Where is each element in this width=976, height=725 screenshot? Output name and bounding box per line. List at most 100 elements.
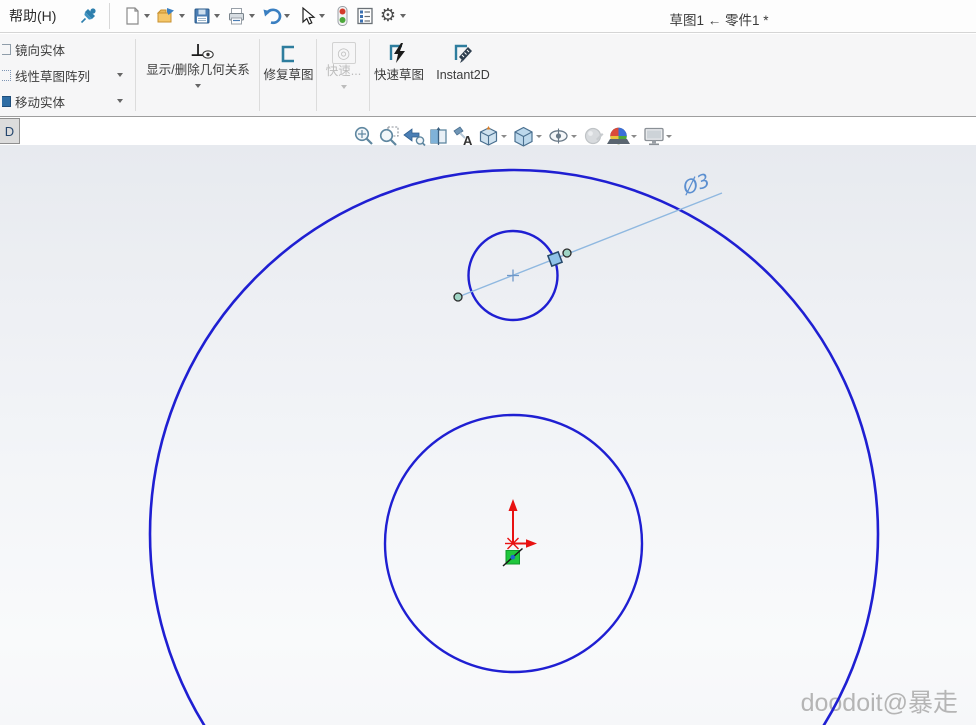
edit-appearance-button-disabled — [581, 123, 606, 150]
zoom-to-fit-icon — [353, 125, 375, 147]
display-delete-relations-button[interactable]: ⊥ 显示/删除几何关系 — [138, 34, 258, 117]
appearance-sphere-icon — [583, 125, 605, 147]
open-document-dropdown[interactable] — [179, 14, 185, 18]
sketch-origin[interactable] — [505, 499, 537, 549]
display-style-button[interactable] — [511, 123, 536, 150]
dimension-attach-handle[interactable] — [548, 252, 562, 266]
view-settings-button[interactable] — [641, 123, 666, 150]
save-floppy-icon — [192, 6, 212, 26]
repair-sketch-label: 修复草图 — [262, 68, 315, 83]
undo-dropdown[interactable] — [284, 14, 290, 18]
quick-snaps-icon: ◎ — [332, 42, 356, 64]
previous-view-icon — [402, 125, 426, 147]
dimension-handle-dot-right[interactable] — [563, 249, 571, 257]
display-relations-label: 显示/删除几何关系 — [138, 63, 258, 78]
select-dropdown[interactable] — [319, 14, 325, 18]
dimension-text[interactable]: Ø3 — [679, 169, 713, 200]
section-view-icon — [427, 125, 450, 147]
gear-icon: ⚙ — [380, 7, 396, 25]
select-button[interactable] — [295, 3, 318, 29]
mirror-entities-button[interactable]: 镜向实体 — [0, 36, 134, 62]
dimension-leader-line[interactable] — [458, 193, 722, 297]
undo-arrow-icon — [261, 6, 283, 26]
properties-list-icon — [355, 6, 375, 26]
previous-view-button[interactable] — [401, 123, 426, 150]
new-document-button[interactable] — [120, 3, 143, 29]
linear-sketch-pattern-icon — [2, 70, 11, 81]
eye-icon — [202, 50, 214, 59]
undo-button[interactable] — [260, 3, 283, 29]
menubar-separator — [109, 3, 110, 29]
pin-toolbar-button[interactable] — [78, 5, 100, 27]
apply-scene-dropdown[interactable] — [631, 135, 637, 138]
move-entities-button[interactable]: 移动实体 — [0, 88, 134, 114]
settings-dropdown[interactable] — [400, 14, 406, 18]
traffic-light-icon — [333, 5, 351, 27]
rapid-sketch-button[interactable]: 快速草图 — [372, 34, 426, 117]
view-annotations-button[interactable]: A — [451, 123, 476, 150]
linear-pattern-dropdown[interactable] — [117, 73, 123, 77]
view-orientation-button[interactable] — [476, 123, 501, 150]
display-relations-dropdown[interactable] — [195, 84, 201, 88]
instant2d-label: Instant2D — [428, 68, 498, 83]
solidworks-window: 帮助(H) — [0, 0, 976, 725]
display-style-icon — [512, 125, 535, 147]
view-annotations-icon: A — [452, 125, 476, 147]
ribbon-separator — [316, 39, 317, 111]
options-list-button[interactable] — [353, 3, 376, 29]
graphics-area[interactable]: doodoit@暴走 Ø3 — [0, 145, 976, 725]
instant2d-icon — [451, 42, 475, 66]
save-button[interactable] — [190, 3, 213, 29]
ribbon-separator — [135, 39, 136, 111]
print-button[interactable] — [225, 3, 248, 29]
printer-icon — [226, 6, 247, 26]
quick-snaps-button-disabled: ◎ 快速... — [319, 34, 368, 117]
command-manager-ribbon: 镜向实体 线性草图阵列 移动实体 ⊥ 显示/删除几何关系 — [0, 34, 976, 117]
move-entities-dropdown[interactable] — [117, 99, 123, 103]
linear-sketch-pattern-button[interactable]: 线性草图阵列 — [0, 62, 134, 88]
zoom-to-area-button[interactable] — [376, 123, 401, 150]
selection-filter-button[interactable] — [330, 3, 353, 29]
repair-sketch-icon — [277, 42, 301, 66]
menu-bar: 帮助(H) — [0, 0, 976, 33]
monitor-icon — [642, 125, 666, 147]
display-style-dropdown[interactable] — [536, 135, 542, 138]
sketch-drawing: Ø3 — [0, 145, 976, 725]
sketch-circle-outer[interactable] — [150, 170, 878, 725]
select-cursor-icon — [297, 6, 317, 26]
view-orientation-dropdown[interactable] — [501, 135, 507, 138]
hide-show-items-dropdown[interactable] — [571, 135, 577, 138]
quick-snaps-label: 快速... — [319, 64, 368, 79]
view-settings-dropdown[interactable] — [666, 135, 672, 138]
coincident-relation-marker[interactable] — [503, 549, 523, 567]
ribbon-separator — [369, 39, 370, 111]
apply-scene-icon — [607, 125, 630, 147]
save-dropdown[interactable] — [214, 14, 220, 18]
dimension-handle-dot-left[interactable] — [454, 293, 462, 301]
zoom-to-area-icon — [378, 125, 400, 147]
print-dropdown[interactable] — [249, 14, 255, 18]
partial-tab[interactable]: D — [0, 118, 20, 144]
mirror-entities-icon — [2, 44, 11, 55]
settings-button[interactable]: ⚙ — [376, 3, 399, 29]
open-folder-icon — [156, 6, 177, 26]
hide-show-items-button[interactable] — [546, 123, 571, 150]
new-document-dropdown[interactable] — [144, 14, 150, 18]
circle-center-cross[interactable] — [507, 270, 519, 282]
apply-scene-button[interactable] — [606, 123, 631, 150]
section-view-button[interactable] — [426, 123, 451, 150]
mirror-entities-label: 镜向实体 — [15, 40, 65, 59]
document-title: 草图1 ← 零件1 * — [633, 9, 805, 29]
sketch-tools-stack: 镜向实体 线性草图阵列 移动实体 — [0, 36, 134, 114]
eye-visibility-icon — [547, 125, 570, 147]
quick-snaps-dropdown — [341, 85, 347, 89]
repair-sketch-button[interactable]: 修复草图 — [262, 34, 315, 117]
zoom-to-fit-button[interactable] — [351, 123, 376, 150]
open-document-button[interactable] — [155, 3, 178, 29]
instant2d-button[interactable]: Instant2D — [428, 34, 498, 117]
rapid-sketch-label: 快速草图 — [372, 68, 426, 83]
display-relations-icon: ⊥ — [138, 41, 258, 63]
help-menu[interactable]: 帮助(H) — [9, 6, 56, 26]
linear-sketch-pattern-label: 线性草图阵列 — [15, 66, 90, 85]
ribbon-separator — [259, 39, 260, 111]
